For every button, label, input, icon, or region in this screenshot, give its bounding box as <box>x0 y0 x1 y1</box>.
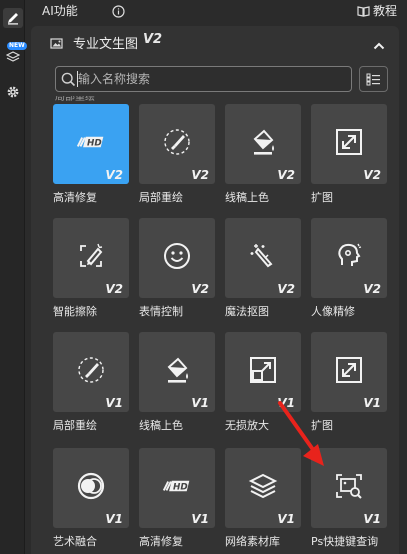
tool-card-9[interactable]: V1 <box>53 332 129 412</box>
tool-label[interactable]: 线稿上色 <box>137 417 213 433</box>
layers-icon[interactable] <box>3 47 23 67</box>
tool-version: V1 <box>105 512 123 526</box>
panel-version: V2 <box>143 32 163 47</box>
chevron-up-icon[interactable] <box>373 36 385 55</box>
gear-icon[interactable] <box>3 82 23 102</box>
paint-bucket-icon <box>248 127 278 157</box>
tool-version: V2 <box>191 282 209 296</box>
tool-version: V1 <box>277 512 295 526</box>
image-icon <box>50 35 64 54</box>
tool-card-3[interactable]: V2 <box>225 104 301 184</box>
brush-icon <box>76 355 106 385</box>
tool-version: V2 <box>191 168 209 182</box>
tool-version: V1 <box>363 512 381 526</box>
tool-label[interactable]: 艺术融合 <box>51 533 127 549</box>
annotation-arrow <box>278 401 324 466</box>
upscale-icon <box>248 355 278 385</box>
svg-text:HD: HD <box>87 139 102 149</box>
page-title: AI功能 <box>42 4 78 18</box>
tool-label[interactable]: 高清修复 <box>51 189 127 205</box>
tool-label[interactable]: Ps快捷键查询 <box>309 533 385 549</box>
magic-wand-icon <box>248 241 278 271</box>
hd-icon: HD <box>162 471 192 501</box>
panel-title: 专业文生图 <box>73 37 139 52</box>
tool-label[interactable]: 扩图 <box>309 189 385 205</box>
tool-label[interactable]: 局部重绘 <box>51 417 127 433</box>
tool-label[interactable]: 局部重绘 <box>137 189 213 205</box>
svg-text:HD: HD <box>173 483 188 493</box>
tool-label[interactable]: 魔法抠图 <box>223 303 299 319</box>
clipped-label: 局部重绘 <box>55 96 95 102</box>
hd-icon: HD <box>76 127 106 157</box>
tool-version: V2 <box>105 168 123 182</box>
tool-version: V2 <box>277 282 295 296</box>
tool-label[interactable]: 智能擦除 <box>51 303 127 319</box>
tool-card-7[interactable]: V2 <box>225 218 301 298</box>
text-to-image-panel: 专业文生图 V2 局部重绘 HD V2 高清修复 V2 局部重绘 V2 线稿上色 V2… <box>31 26 399 554</box>
tool-version: V1 <box>105 396 123 410</box>
tool-card-5[interactable]: V2 <box>53 218 129 298</box>
tool-card-10[interactable]: V1 <box>139 332 215 412</box>
tool-card-14[interactable]: HD V1 <box>139 448 215 528</box>
tool-card-4[interactable]: V2 <box>311 104 387 184</box>
info-icon[interactable] <box>112 3 125 22</box>
tool-label[interactable]: 线稿上色 <box>223 189 299 205</box>
search-icon <box>61 72 76 91</box>
paint-bucket-icon <box>162 355 192 385</box>
tool-version: V2 <box>363 168 381 182</box>
tool-card-8[interactable]: V2 <box>311 218 387 298</box>
tool-version: V2 <box>363 282 381 296</box>
expand-icon <box>334 127 364 157</box>
tool-version: V2 <box>277 168 295 182</box>
tool-card-2[interactable]: V2 <box>139 104 215 184</box>
tool-version: V1 <box>191 512 209 526</box>
list-view-button[interactable] <box>359 66 388 92</box>
tool-card-1[interactable]: HD V2 <box>53 104 129 184</box>
book-icon <box>357 5 370 17</box>
edit-icon[interactable] <box>3 8 23 28</box>
tool-label[interactable]: 网络素材库 <box>223 533 299 549</box>
tool-version: V2 <box>105 282 123 296</box>
search-input[interactable] <box>78 70 346 88</box>
tool-card-13[interactable]: V1 <box>53 448 129 528</box>
tool-version: V1 <box>191 396 209 410</box>
list-view-icon <box>366 73 380 85</box>
tutorial-label: 教程 <box>372 4 397 18</box>
tool-label[interactable]: 高清修复 <box>137 533 213 549</box>
blend-icon <box>76 471 106 501</box>
left-rail: NEW <box>0 0 27 554</box>
portrait-icon <box>334 241 364 271</box>
panel-header[interactable]: 专业文生图 V2 <box>31 26 399 60</box>
expand-icon <box>334 355 364 385</box>
tool-version: V1 <box>363 396 381 410</box>
search-box[interactable] <box>55 66 352 92</box>
eraser-icon <box>76 241 106 271</box>
ai-features-header: AI功能 教程 <box>25 0 407 22</box>
tutorial-link[interactable]: 教程 <box>357 2 397 19</box>
smile-icon <box>162 241 192 271</box>
tool-label[interactable]: 表情控制 <box>137 303 213 319</box>
tool-card-6[interactable]: V2 <box>139 218 215 298</box>
brush-icon <box>162 127 192 157</box>
tool-label[interactable]: 人像精修 <box>309 303 385 319</box>
layers-icon <box>248 471 278 501</box>
image-search-icon <box>334 471 364 501</box>
